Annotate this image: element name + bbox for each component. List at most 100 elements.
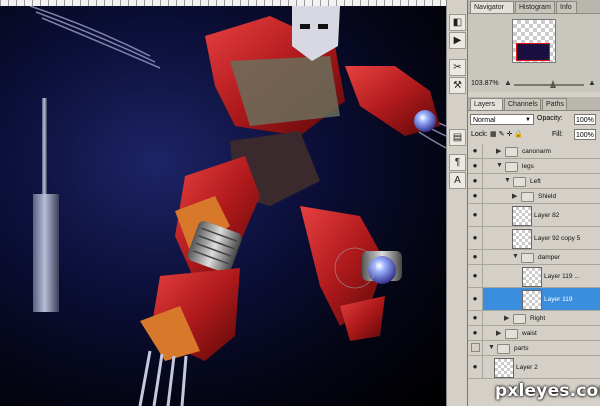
tab-histogram[interactable]: Histogram xyxy=(515,1,555,13)
lock-all-icon[interactable]: 🔒 xyxy=(514,131,525,138)
folder-icon xyxy=(505,162,518,172)
layer-thumbnail xyxy=(512,229,532,249)
navigator-view-box[interactable] xyxy=(516,43,550,61)
layer-name: legs xyxy=(522,163,534,170)
layer-name: Layer 82 xyxy=(534,212,560,219)
layer-row[interactable]: ▼ parts xyxy=(468,341,600,356)
folder-icon xyxy=(521,192,534,202)
histogram-icon[interactable]: ▶ xyxy=(449,32,466,49)
eye-icon[interactable]: ● xyxy=(470,233,480,243)
layer-name: Shield xyxy=(538,193,557,200)
eye-icon[interactable]: ● xyxy=(470,161,480,171)
zoom-slider[interactable] xyxy=(514,84,584,86)
layers-panel: Normal ▼ Opacity: 100% Lock: ▦✎✛🔒 Fill: … xyxy=(468,111,600,406)
layer-name: canonarm xyxy=(522,148,551,155)
docked-panels: Navigator Histogram Info 103.87% ▲ ▲ Lay… xyxy=(467,0,600,406)
layers-tabbar: Layers Channels Paths xyxy=(468,97,600,111)
folder-icon xyxy=(513,314,526,324)
collapse-arrow-icon[interactable]: ▼ xyxy=(496,162,503,169)
eye-icon[interactable]: ● xyxy=(470,328,480,338)
panel-icon-strip: ◧ ▶ ✂ ⚒ ▤ ¶ A xyxy=(446,0,467,406)
tool-presets-icon[interactable]: ⚒ xyxy=(449,77,466,94)
tab-paths[interactable]: Paths xyxy=(542,98,567,110)
tab-navigator[interactable]: Navigator xyxy=(470,1,514,13)
eye-icon[interactable]: ● xyxy=(470,210,480,220)
folder-icon xyxy=(505,147,518,157)
opacity-label: Opacity: xyxy=(537,115,563,122)
chevron-down-icon: ▼ xyxy=(525,117,531,123)
layer-row[interactable]: ● Layer 2 xyxy=(468,356,600,379)
navigator-icon[interactable]: ◧ xyxy=(449,14,466,31)
expand-arrow-icon[interactable]: ▶ xyxy=(496,147,501,155)
opacity-field[interactable]: 100% xyxy=(574,114,596,125)
layer-thumbnail xyxy=(494,358,514,378)
layers-icon[interactable]: ▤ xyxy=(449,129,466,146)
eye-icon[interactable]: ● xyxy=(470,252,480,262)
lock-label: Lock: xyxy=(471,131,488,138)
folder-icon xyxy=(513,177,526,187)
navigator-panel: 103.87% ▲ ▲ xyxy=(468,14,600,92)
layer-row[interactable]: ● ▶ waist xyxy=(468,326,600,341)
folder-icon xyxy=(521,253,534,263)
collapse-arrow-icon[interactable]: ▼ xyxy=(488,344,495,351)
blend-mode-value: Normal xyxy=(473,117,496,124)
navigator-tabbar: Navigator Histogram Info xyxy=(468,0,600,14)
hidden-visibility-box[interactable] xyxy=(471,343,480,352)
document-canvas[interactable] xyxy=(0,0,446,406)
expand-arrow-icon[interactable]: ▶ xyxy=(504,314,509,322)
layer-thumbnail xyxy=(522,267,542,287)
zoom-in-icon[interactable]: ▲ xyxy=(588,78,596,87)
zoom-level[interactable]: 103.87% xyxy=(471,80,499,87)
layer-row[interactable]: ● ▼ damper xyxy=(468,250,600,265)
expand-arrow-icon[interactable]: ▶ xyxy=(512,192,517,200)
eye-icon[interactable]: ● xyxy=(470,362,480,372)
eye-icon[interactable]: ● xyxy=(470,176,480,186)
folder-icon xyxy=(497,344,510,354)
layer-name: damper xyxy=(538,254,561,261)
layer-name: Layer 92 copy 5 xyxy=(534,235,581,242)
navigator-thumbnail[interactable] xyxy=(512,19,556,63)
layer-name: Right xyxy=(530,315,546,322)
lock-transparency-icon[interactable]: ▦ xyxy=(490,131,499,138)
lock-icons[interactable]: ▦✎✛🔒 xyxy=(490,130,525,138)
layer-row[interactable]: ● Layer 82 xyxy=(468,204,600,227)
tab-layers[interactable]: Layers xyxy=(470,98,503,110)
eye-icon[interactable]: ● xyxy=(470,294,480,304)
layer-row[interactable]: ● Layer 119 ... xyxy=(468,265,600,288)
expand-arrow-icon[interactable]: ▶ xyxy=(496,329,501,337)
layer-name: Left xyxy=(530,178,541,185)
blend-mode-select[interactable]: Normal ▼ xyxy=(470,114,534,125)
layer-name: Layer 119 xyxy=(544,296,573,303)
eye-icon[interactable]: ● xyxy=(470,191,480,201)
layer-name: parts xyxy=(514,345,529,352)
eye-icon[interactable]: ● xyxy=(470,146,480,156)
eye-icon[interactable]: ● xyxy=(470,271,480,281)
layer-thumbnail xyxy=(512,206,532,226)
layer-row[interactable]: ● ▶ canonarm xyxy=(468,144,600,159)
layer-name: Layer 119 ... xyxy=(544,273,580,280)
fill-field[interactable]: 100% xyxy=(574,129,596,140)
watermark: pxleyes.com xyxy=(495,381,600,401)
brush-settings-icon[interactable]: ✂ xyxy=(449,59,466,76)
layer-thumbnail xyxy=(522,290,542,310)
character-icon[interactable]: A xyxy=(449,172,466,189)
layer-row[interactable]: ● Layer 92 copy 5 xyxy=(468,227,600,250)
tab-channels[interactable]: Channels xyxy=(504,98,541,110)
robot-artwork xyxy=(29,6,446,406)
layer-row[interactable]: ● ▶ Right xyxy=(468,311,600,326)
layer-row[interactable]: ● ▶ Shield xyxy=(468,189,600,204)
layer-row[interactable]: ● ▼ legs xyxy=(468,159,600,174)
tab-info[interactable]: Info xyxy=(556,1,577,13)
zoom-out-icon[interactable]: ▲ xyxy=(504,78,512,87)
collapse-arrow-icon[interactable]: ▼ xyxy=(504,177,511,184)
layer-name: waist xyxy=(522,330,537,337)
lock-paint-icon[interactable]: ✎ xyxy=(499,131,507,138)
collapse-arrow-icon[interactable]: ▼ xyxy=(512,253,519,260)
layer-name: Layer 2 xyxy=(516,364,538,371)
folder-icon xyxy=(505,329,518,339)
eye-icon[interactable]: ● xyxy=(470,313,480,323)
layer-row[interactable]: ● ▼ Left xyxy=(468,174,600,189)
paragraph-icon[interactable]: ¶ xyxy=(449,154,466,171)
layer-row-selected[interactable]: ● Layer 119 xyxy=(468,288,600,311)
fill-label: Fill: xyxy=(552,131,563,138)
